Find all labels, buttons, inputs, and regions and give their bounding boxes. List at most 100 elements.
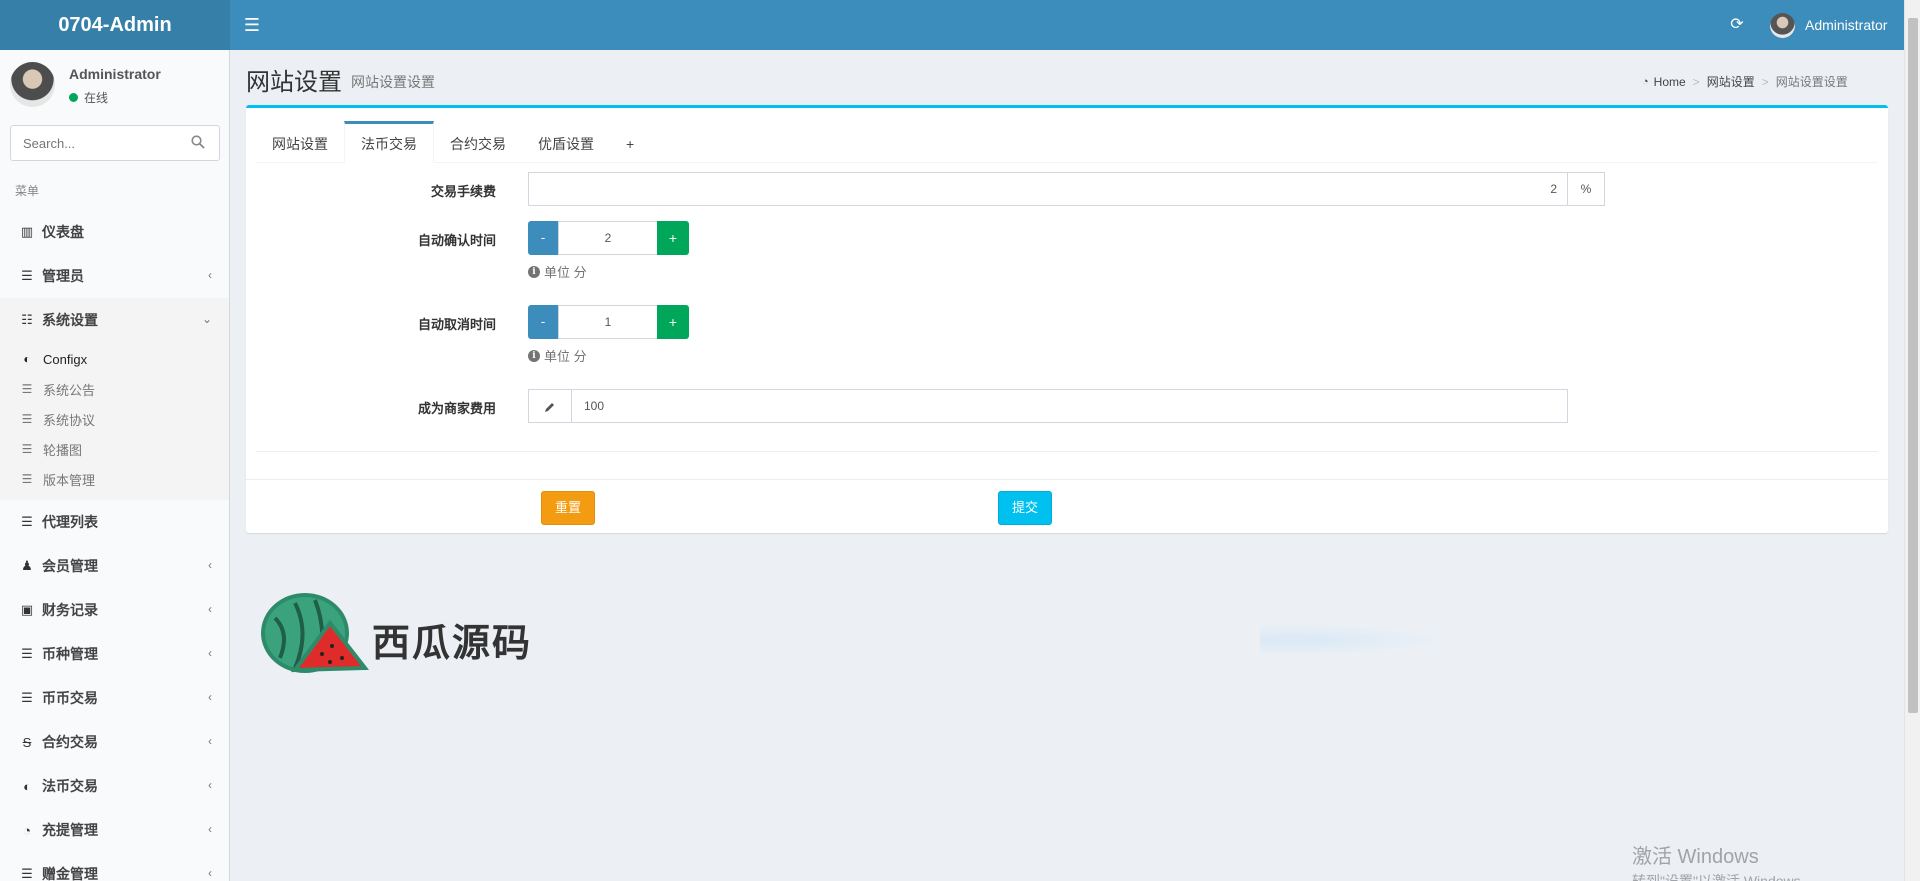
auto-cancel-input[interactable]: 1	[558, 305, 658, 339]
settings-box: 网站设置 法币交易 合约交易 优盾设置 + 交易手续费 2 % 自动确认时间 -…	[246, 105, 1888, 533]
auto-cancel-plus-button[interactable]: +	[657, 305, 689, 339]
auto-cancel-label: 自动取消时间	[417, 317, 496, 332]
pencil-icon	[528, 389, 572, 423]
list-icon: ☰	[21, 866, 33, 881]
fee-label: 交易手续费	[430, 184, 496, 199]
menu-header: 菜单	[15, 184, 40, 198]
sidebar-item-admins[interactable]: ☰ 管理员 ‹	[0, 254, 229, 298]
chevron-left-icon: ‹	[208, 866, 212, 880]
sidebar-item-bonus[interactable]: ☰ 赠金管理 ‹	[0, 852, 229, 881]
scrollbar-thumb[interactable]	[1908, 18, 1918, 713]
sidebar-item-currencies[interactable]: ☰ 币种管理 ‹	[0, 632, 229, 676]
divider	[256, 451, 1878, 452]
info-icon: i	[528, 265, 540, 278]
online-status-label: 在线	[84, 91, 109, 105]
sidebar-subitem-label: 系统协议	[43, 412, 96, 428]
sidebar-item-label: 代理列表	[42, 514, 98, 530]
sidebar-item-fiat-trading[interactable]: ◐ 法币交易 ‹	[0, 764, 229, 808]
adjust-icon: ◐	[23, 778, 31, 794]
search-icon[interactable]	[191, 135, 207, 151]
sidebar-item-members[interactable]: ♟ 会员管理 ‹	[0, 544, 229, 588]
strikethrough-icon: S	[22, 734, 32, 750]
chevron-left-icon: ‹	[208, 602, 212, 616]
auto-confirm-minus-button[interactable]: -	[528, 221, 558, 255]
chevron-left-icon: ‹	[208, 734, 212, 748]
merchant-fee-input[interactable]: 100	[571, 389, 1568, 423]
sidebar-user-panel: Administrator 在线	[10, 62, 161, 112]
tab-website-settings[interactable]: 网站设置	[256, 121, 344, 163]
sidebar-item-label: 会员管理	[42, 558, 98, 574]
list-icon: ☰	[21, 268, 33, 283]
auto-cancel-minus-button[interactable]: -	[528, 305, 558, 339]
page-title: 网站设置	[246, 69, 342, 96]
sidebar-subitem-agreements[interactable]: ☰ 系统协议	[0, 404, 229, 434]
auto-confirm-hint: i 单位 分	[528, 262, 587, 281]
avatar	[1770, 12, 1795, 38]
reset-button[interactable]: 重置	[541, 491, 595, 525]
sidebar-toggle-icon[interactable]: ☰	[240, 13, 264, 37]
windows-activation-title: 激活 Windows	[1632, 846, 1759, 868]
sidebar-item-contract-trading[interactable]: S 合约交易 ‹	[0, 720, 229, 764]
list-icon: ☰	[21, 412, 33, 426]
app-logo[interactable]: 0704-Admin	[0, 0, 230, 50]
sidebar-item-finance[interactable]: ▣ 财务记录 ‹	[0, 588, 229, 632]
sidebar-search	[10, 125, 220, 161]
sidebar-item-deposit-withdraw[interactable]: ◔ 充提管理 ‹	[0, 808, 229, 852]
sidebar-subitem-label: 系统公告	[43, 382, 96, 398]
page-scrollbar[interactable]	[1904, 0, 1920, 881]
sidebar-user-name: Administrator	[69, 66, 161, 82]
submit-button[interactable]: 提交	[998, 491, 1052, 525]
sidebar-item-system-settings[interactable]: ☷ 系统设置 ⌄	[0, 298, 229, 342]
sidebar-subitem-versions[interactable]: ☰ 版本管理	[0, 464, 229, 494]
avatar	[10, 62, 55, 107]
sidebar-subitem-label: 版本管理	[43, 472, 96, 488]
tab-contract-trading[interactable]: 合约交易	[434, 121, 522, 163]
money-icon: ▣	[20, 602, 34, 617]
fee-input[interactable]: 2	[528, 172, 1568, 206]
sidebar-subitem-configx[interactable]: ◐ Configx	[0, 344, 229, 374]
chevron-left-icon: ‹	[208, 646, 212, 660]
online-status: 在线	[69, 89, 161, 106]
blurred-image	[1260, 612, 1560, 668]
search-input[interactable]	[11, 126, 181, 160]
sidebar-item-dashboard[interactable]: ▥ 仪表盘	[0, 210, 229, 254]
divider	[246, 479, 1888, 480]
sidebar-item-label: 币币交易	[42, 690, 98, 706]
tab-fiat-trading[interactable]: 法币交易	[344, 121, 434, 163]
chevron-left-icon: ‹	[208, 778, 212, 792]
user-menu[interactable]: Administrator	[1770, 12, 1887, 38]
sidebar-item-label: 充提管理	[42, 822, 98, 838]
refresh-icon[interactable]: ⟳	[1725, 13, 1749, 37]
list-icon: ☰	[21, 646, 33, 661]
auto-confirm-plus-button[interactable]: +	[657, 221, 689, 255]
sidebar-item-agents[interactable]: ☰ 代理列表	[0, 500, 229, 544]
sidebar-item-spot-trading[interactable]: ☰ 币币交易 ‹	[0, 676, 229, 720]
sidebar-subitem-label: 轮播图	[43, 442, 83, 458]
user-menu-name: Administrator	[1805, 17, 1888, 33]
merchant-fee-label: 成为商家费用	[417, 401, 496, 416]
sidebar-subitem-announcements[interactable]: ☰ 系统公告	[0, 374, 229, 404]
system-settings-submenu: ◐ Configx ☰ 系统公告 ☰ 系统协议 ☰ 轮播图 ☰ 版本管理	[0, 342, 229, 500]
sidebar-item-label: 合约交易	[42, 734, 98, 750]
sidebar-menu: ▥ 仪表盘 ☰ 管理员 ‹ ☷ 系统设置 ⌄ ◐ Configx ☰ 系统公告 …	[0, 210, 229, 881]
auto-cancel-hint-text: 单位 分	[544, 349, 587, 364]
tab-add[interactable]: +	[610, 121, 650, 163]
sidebar-item-label: 管理员	[42, 268, 84, 284]
breadcrumb-item[interactable]: 网站设置	[1707, 73, 1755, 90]
auto-confirm-input[interactable]: 2	[558, 221, 658, 255]
sidebar-item-label: 赠金管理	[42, 866, 98, 881]
online-dot-icon	[69, 93, 78, 102]
sidebar: Administrator 在线 菜单 ▥ 仪表盘 ☰ 管理员 ‹ ☷ 系统设置…	[0, 50, 230, 881]
breadcrumb-separator: >	[1761, 74, 1769, 89]
tab-udun-settings[interactable]: 优盾设置	[522, 121, 610, 163]
fee-unit-addon: %	[1567, 172, 1605, 206]
sidebar-item-label: 系统设置	[42, 312, 98, 328]
breadcrumb-separator: >	[1692, 74, 1700, 89]
chevron-left-icon: ‹	[208, 690, 212, 704]
sidebar-item-label: 法币交易	[42, 778, 98, 794]
auto-cancel-hint: i 单位 分	[528, 346, 587, 365]
sidebar-subitem-carousel[interactable]: ☰ 轮播图	[0, 434, 229, 464]
list-icon: ☰	[21, 382, 33, 396]
chevron-down-icon: ⌄	[201, 312, 212, 326]
breadcrumb-home[interactable]: Home	[1654, 75, 1686, 89]
